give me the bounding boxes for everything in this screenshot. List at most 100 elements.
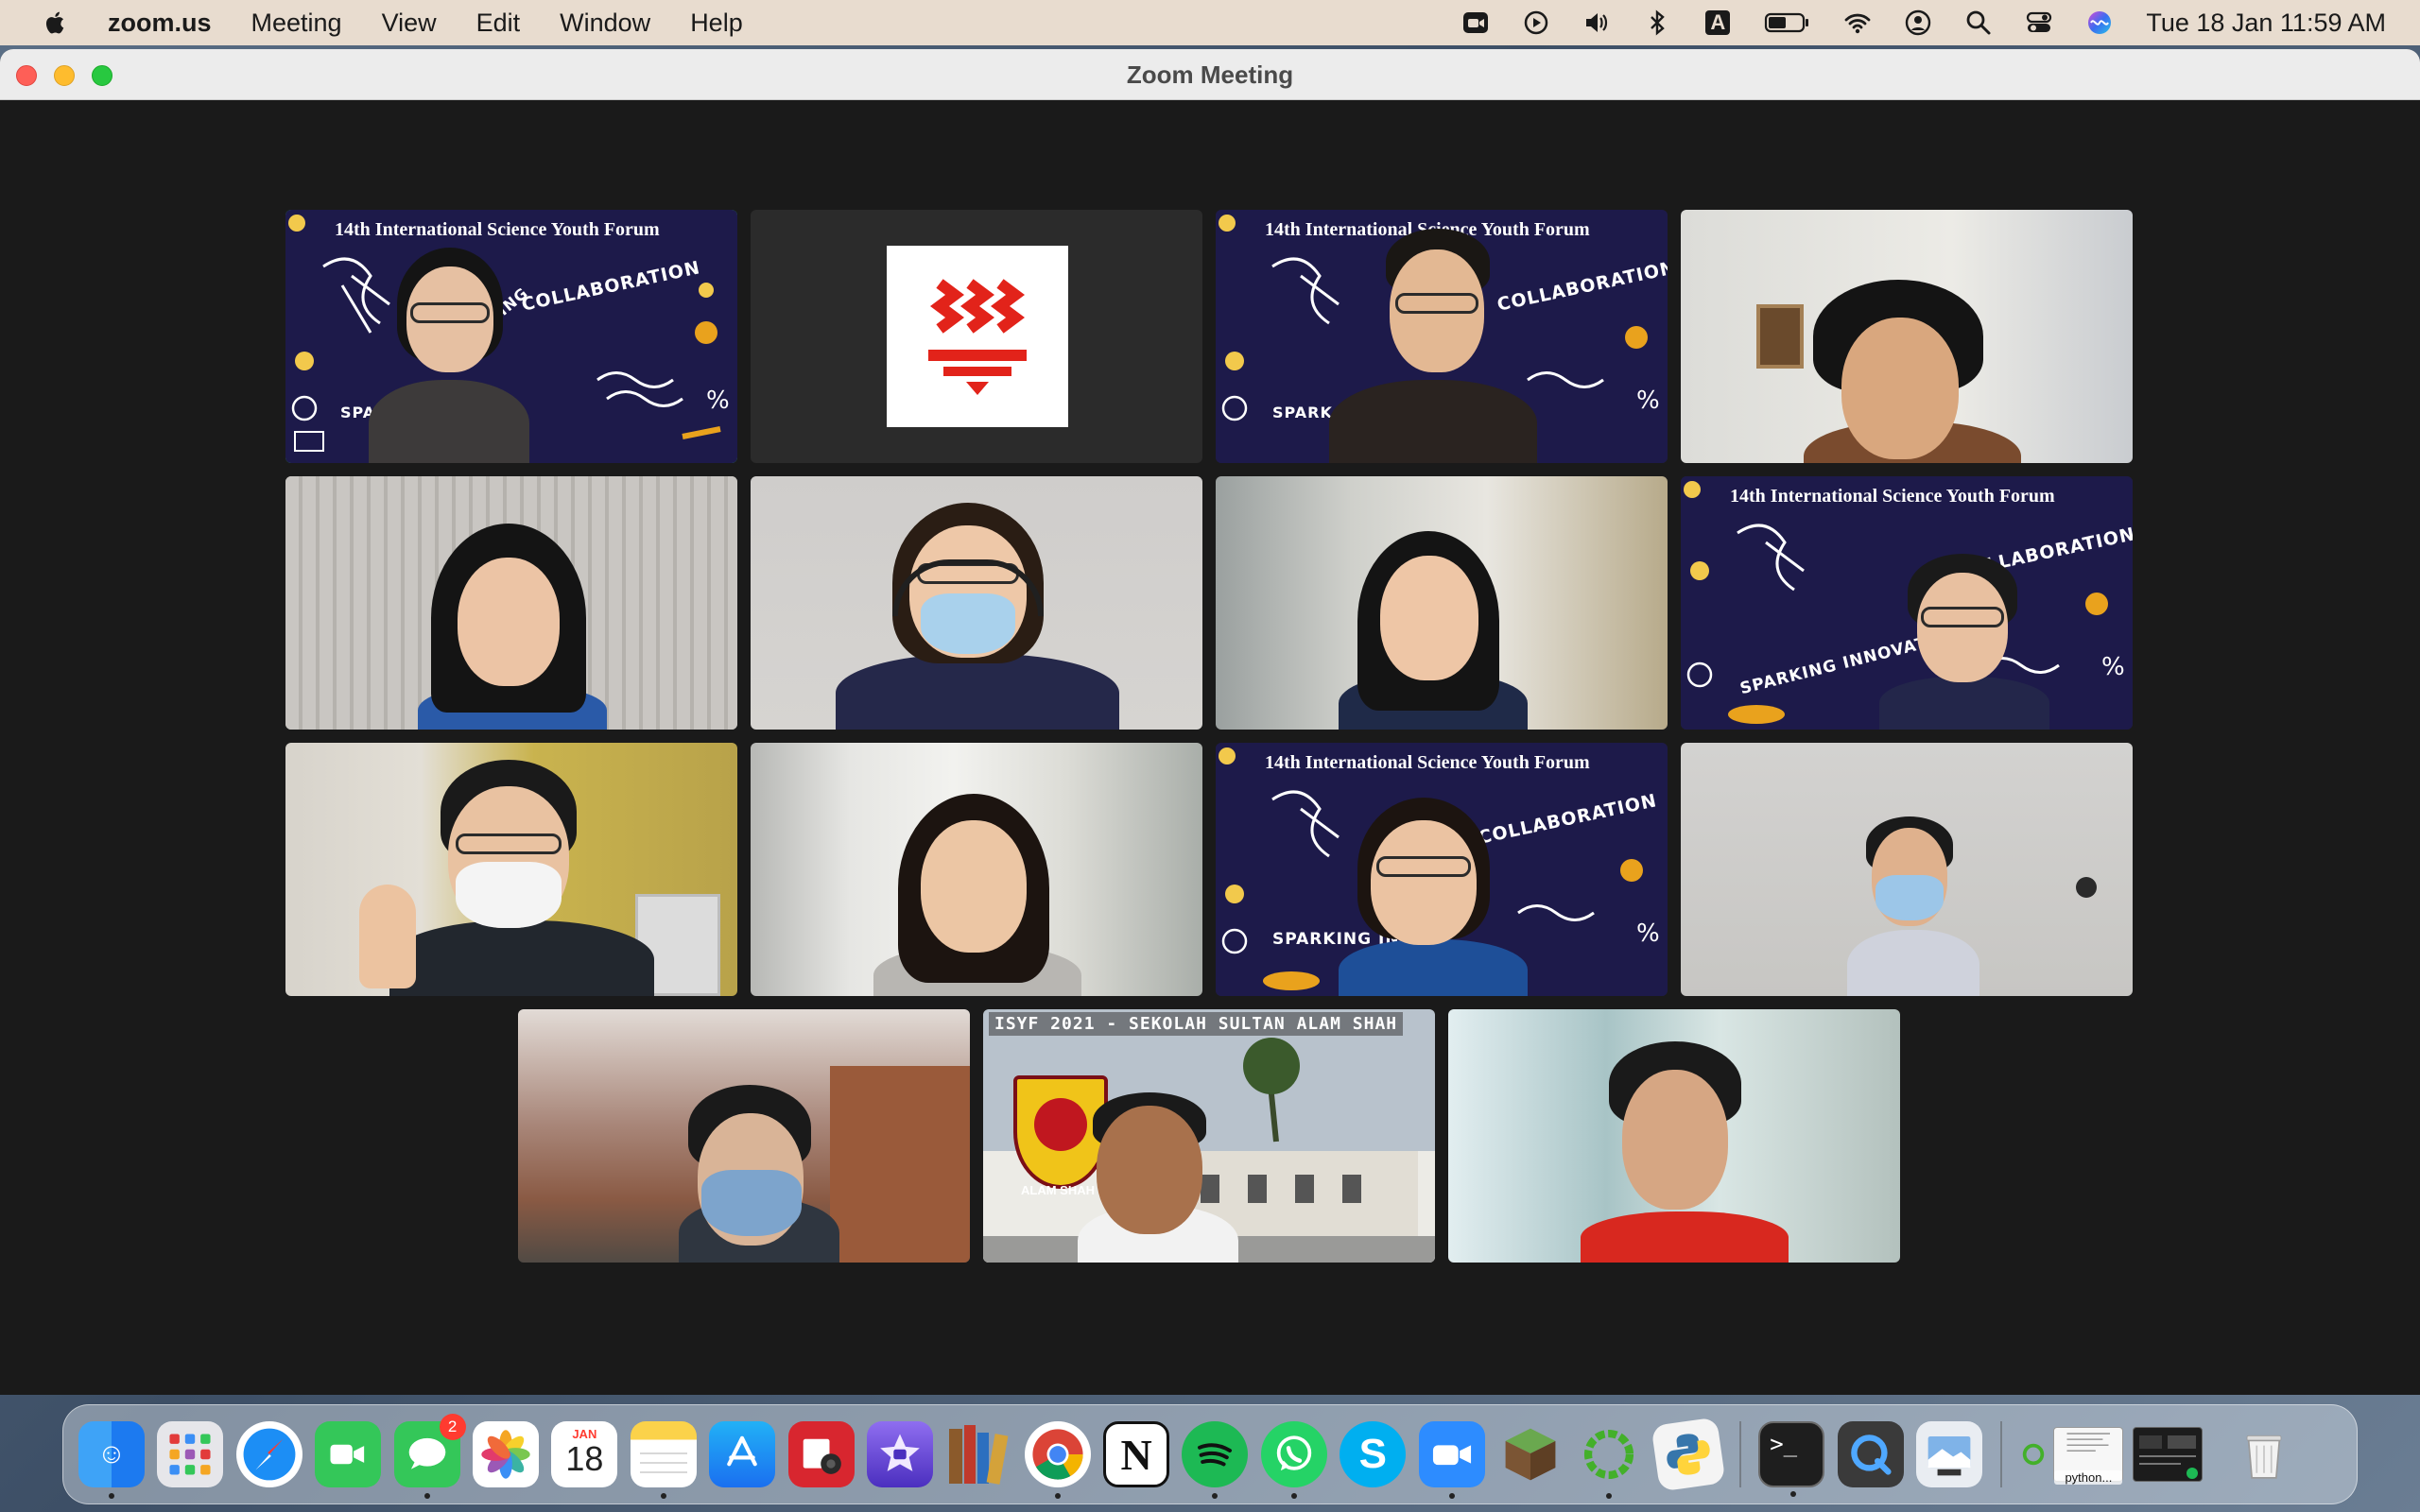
banner-phrase: SPARK: [1272, 404, 1333, 421]
dock: ☺ 2 JAN 18 N S >_ python...: [62, 1404, 2358, 1504]
wall-picture: [1756, 304, 1804, 369]
menu-meeting[interactable]: Meeting: [251, 9, 342, 38]
whatsapp-icon[interactable]: [1260, 1421, 1327, 1499]
gallery-view: % 14th International Science Youth Forum…: [0, 100, 2420, 1395]
menubar-clock[interactable]: Tue 18 Jan 11:59 AM: [2146, 9, 2386, 38]
unread-badge: 2: [439, 1414, 466, 1440]
svg-text:%: %: [706, 387, 730, 415]
window-title: Zoom Meeting: [1126, 60, 1294, 89]
svg-text:%: %: [1636, 919, 1660, 948]
ring-icon[interactable]: [1576, 1421, 1642, 1499]
svg-text:%: %: [1636, 387, 1660, 415]
menu-help[interactable]: Help: [690, 9, 743, 38]
menu-window[interactable]: Window: [560, 9, 650, 38]
photos-icon[interactable]: [472, 1421, 539, 1487]
menu-view[interactable]: View: [382, 9, 437, 38]
messages-icon[interactable]: 2: [393, 1414, 466, 1499]
peace-sign-hand: [359, 885, 416, 988]
spotify-icon[interactable]: [1182, 1421, 1249, 1499]
imovie-icon[interactable]: [866, 1421, 933, 1487]
school-crest-label: ALAM SHAH: [1021, 1183, 1095, 1197]
participant-video-tile[interactable]: [518, 1009, 970, 1263]
terminal-icon[interactable]: >_: [1758, 1421, 1825, 1497]
running-indicator: [1290, 1493, 1297, 1499]
zoom-icon[interactable]: [1418, 1421, 1485, 1499]
running-indicator: [109, 1493, 114, 1499]
running-indicator: [660, 1493, 666, 1499]
apple-icon[interactable]: [42, 9, 70, 37]
preview-icon[interactable]: [1915, 1421, 1982, 1487]
participant-video-tile[interactable]: [751, 476, 1202, 730]
school-banner-title: ISYF 2021 - SEKOLAH SULTAN ALAM SHAH: [989, 1012, 1404, 1036]
dock-separator: [2000, 1421, 2003, 1487]
participant-video-tile[interactable]: [1681, 210, 2133, 463]
running-indicator: [1054, 1493, 1061, 1499]
window-titlebar[interactable]: Zoom Meeting: [0, 49, 2420, 100]
control-center-icon[interactable]: [2025, 9, 2053, 37]
banner-title: 14th International Science Youth Forum: [1730, 486, 2055, 507]
red-flame-logo-icon: [928, 279, 1027, 395]
calibre-icon[interactable]: [945, 1421, 1011, 1487]
minecraft-icon[interactable]: [1497, 1421, 1564, 1487]
wifi-icon[interactable]: [1843, 9, 1872, 37]
participant-video-tile[interactable]: [751, 743, 1202, 996]
input-source-icon[interactable]: A: [1703, 9, 1732, 37]
ring-icon[interactable]: [2019, 1421, 2048, 1487]
running-indicator: [1212, 1493, 1219, 1499]
finder-icon[interactable]: ☺: [78, 1421, 145, 1499]
battery-icon[interactable]: [1764, 9, 1811, 37]
participant-video-tile[interactable]: [285, 476, 737, 730]
trash-icon[interactable]: [2231, 1421, 2297, 1487]
launchpad-icon[interactable]: [157, 1421, 224, 1487]
running-indicator: [1790, 1491, 1797, 1497]
wall-outlet: [2076, 877, 2097, 898]
running-indicator: [1448, 1493, 1455, 1499]
menu-bar: zoom.us Meeting View Edit Window Help A: [0, 0, 2420, 45]
calendar-icon[interactable]: JAN 18: [551, 1421, 618, 1487]
volume-icon[interactable]: [1582, 9, 1611, 37]
zoom-window: Zoom Meeting % 14th International Scienc…: [0, 49, 2420, 1395]
safari-icon[interactable]: [235, 1421, 302, 1487]
search-icon[interactable]: [1964, 9, 1993, 37]
dock-separator: [1739, 1421, 1742, 1487]
input-source-label: A: [1710, 10, 1726, 34]
minimized-window-thumbnail[interactable]: python...: [2053, 1427, 2124, 1485]
bluetooth-icon[interactable]: [1643, 9, 1671, 37]
banner-title: 14th International Science Youth Forum: [1265, 752, 1590, 773]
minimized-window-thumbnail[interactable]: [2133, 1427, 2204, 1482]
calendar-day: 18: [565, 1439, 604, 1478]
python-icon[interactable]: [1651, 1417, 1726, 1492]
running-indicator: [424, 1493, 430, 1499]
siri-icon[interactable]: [2085, 9, 2114, 37]
participant-video-tile[interactable]: [285, 743, 737, 996]
chrome-icon[interactable]: [1024, 1421, 1091, 1499]
participant-video-tile[interactable]: ISYF 2021 - SEKOLAH SULTAN ALAM SHAH ALA…: [983, 1009, 1435, 1263]
participant-video-tile[interactable]: [1448, 1009, 1900, 1263]
app-store-icon[interactable]: [709, 1421, 776, 1487]
play-icon[interactable]: [1522, 9, 1550, 37]
participant-video-tile[interactable]: [1681, 743, 2133, 996]
facetime-icon[interactable]: [315, 1421, 382, 1487]
participant-avatar-tile[interactable]: [751, 210, 1202, 463]
participant-video-tile[interactable]: [1216, 476, 1668, 730]
photo-booth-icon[interactable]: [787, 1421, 855, 1487]
notes-icon[interactable]: [630, 1421, 697, 1499]
face-mask: [701, 1170, 802, 1236]
participant-video-tile[interactable]: % 14th International Science Youth Forum…: [285, 210, 737, 463]
notion-icon[interactable]: N: [1103, 1421, 1170, 1487]
menu-app-name[interactable]: zoom.us: [108, 9, 212, 38]
running-indicator: [1606, 1493, 1613, 1499]
banner-title: 14th International Science Youth Forum: [335, 219, 660, 240]
participant-video-tile[interactable]: % 14th International Science Youth Forum…: [1681, 476, 2133, 730]
kitchen-cabinet: [830, 1066, 970, 1263]
organization-logo: [887, 246, 1068, 427]
quicktime-icon[interactable]: [1837, 1421, 1904, 1487]
svg-text:%: %: [2101, 653, 2125, 681]
skype-icon[interactable]: S: [1340, 1421, 1407, 1487]
user-icon[interactable]: [1904, 9, 1932, 37]
zoom-tray-icon[interactable]: [1461, 9, 1490, 37]
face-mask: [1876, 875, 1944, 920]
participant-video-tile[interactable]: % 14th International Science Youth Forum…: [1216, 743, 1668, 996]
participant-video-tile[interactable]: % 14th International Science Youth Forum…: [1216, 210, 1668, 463]
menu-edit[interactable]: Edit: [476, 9, 521, 38]
